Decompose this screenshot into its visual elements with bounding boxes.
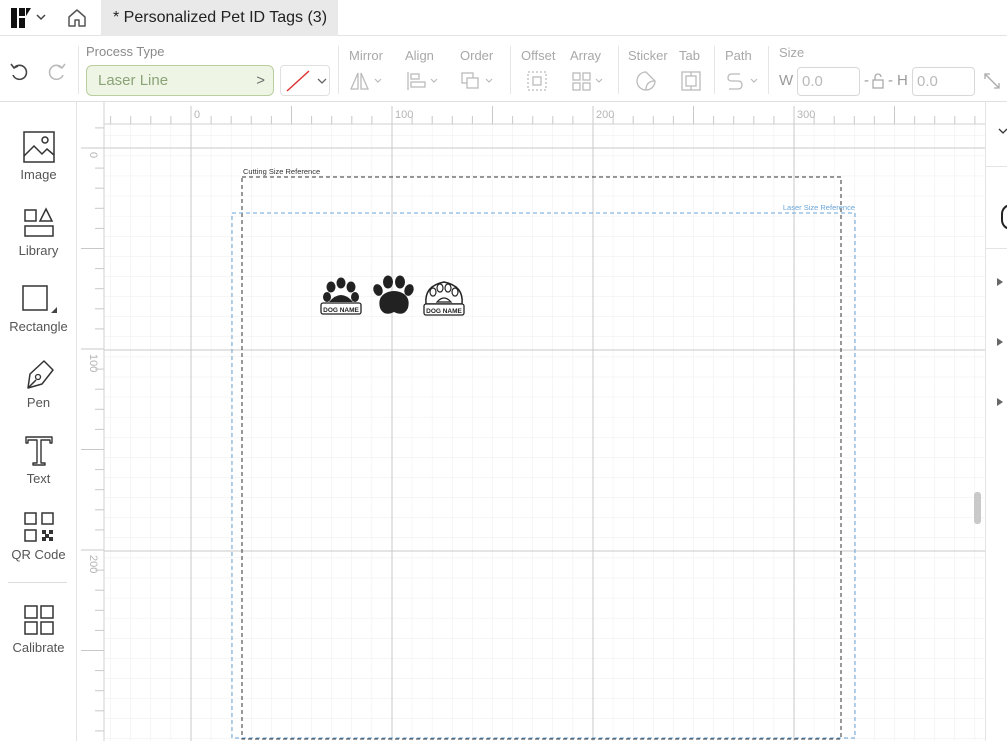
image-icon <box>22 131 55 163</box>
library-tool[interactable]: Library <box>0 206 77 258</box>
design-canvas[interactable]: 0 100 200 300 0 100 200 Cutting Size Ref… <box>77 102 985 741</box>
pen-icon <box>26 360 54 389</box>
expand-arrow-icon[interactable] <box>997 398 1003 406</box>
toolbar: Process Type Laser Line > Mirror Align O… <box>0 36 1007 102</box>
tool-label: Calibrate <box>12 640 65 655</box>
chevron-down-icon <box>317 78 327 84</box>
library-icon <box>23 207 54 237</box>
tab-label: Tab <box>679 48 700 63</box>
ruler-x-label: 100 <box>395 109 413 121</box>
layer-thumbnail[interactable] <box>1001 204 1007 230</box>
height-label: H <box>897 72 908 89</box>
cutting-size-reference-label: Cutting Size Reference <box>243 167 320 176</box>
laser-size-reference-label: Laser Size Reference <box>783 203 855 212</box>
toolbar-divider <box>510 46 511 94</box>
text-icon <box>24 436 53 466</box>
tool-label: Pen <box>26 395 51 410</box>
process-type-value: Laser Line <box>98 72 169 89</box>
pen-tool[interactable]: Pen <box>0 358 77 410</box>
expand-arrow-icon[interactable] <box>997 278 1003 286</box>
tag-text: DOG NAME <box>426 308 462 315</box>
tool-label: Image <box>20 167 57 182</box>
mirror-label: Mirror <box>349 48 383 63</box>
tool-divider <box>8 582 67 583</box>
ruler-y-label: 0 <box>87 152 99 158</box>
order-label: Order <box>460 48 494 63</box>
toolbar-divider <box>768 46 769 94</box>
align-label: Align <box>405 48 434 63</box>
panel-divider <box>986 166 1007 167</box>
calibrate-tool[interactable]: Calibrate <box>0 603 77 655</box>
lock-icon[interactable] <box>871 73 885 89</box>
qr-code-tool[interactable]: QR Code <box>0 510 77 562</box>
width-label: W <box>779 72 794 89</box>
qr-code-icon <box>23 512 54 542</box>
path-icon[interactable] <box>726 70 762 92</box>
size-label: Size <box>779 45 805 60</box>
redo-icon[interactable] <box>46 60 68 82</box>
toolbar-divider <box>714 46 715 94</box>
ruler-y-label: 200 <box>87 555 99 573</box>
offset-label: Offset <box>521 48 556 63</box>
chevron-down-icon[interactable] <box>35 11 47 23</box>
app-logo-icon[interactable] <box>11 8 31 28</box>
ruler-horizontal <box>104 102 985 124</box>
align-icon[interactable] <box>405 70 441 92</box>
no-color-icon <box>286 70 310 92</box>
document-tab[interactable]: * Personalized Pet ID Tags (3) <box>101 0 338 36</box>
array-icon[interactable] <box>571 70 607 92</box>
size-dash: - <box>888 72 893 89</box>
text-tool[interactable]: Text <box>0 434 77 486</box>
ruler-x-label: 0 <box>194 109 200 121</box>
ruler-y-label: 100 <box>87 354 99 372</box>
image-tool[interactable]: Image <box>0 130 77 182</box>
ruler-x-label: 300 <box>797 109 815 121</box>
sticker-label: Sticker <box>628 48 668 63</box>
ruler-x-label: 200 <box>596 109 614 121</box>
chevron-right-icon: > <box>256 72 265 89</box>
collapse-icon[interactable] <box>997 126 1007 138</box>
grid-minor <box>104 124 985 741</box>
size-dash: - <box>864 72 869 89</box>
path-label: Path <box>725 48 752 63</box>
expand-icon[interactable] <box>983 72 1001 90</box>
mirror-icon[interactable] <box>349 70 385 92</box>
canvas-scrollbar[interactable] <box>974 492 981 524</box>
ruler-vertical <box>77 102 104 741</box>
process-type-label: Process Type <box>86 44 165 59</box>
undo-icon[interactable] <box>8 60 30 82</box>
left-tool-panel: Image Library Rectangle Pen Text QR Code… <box>0 102 77 741</box>
tool-label: QR Code <box>11 547 66 562</box>
toolbar-divider <box>78 46 79 94</box>
rectangle-tool[interactable]: Rectangle <box>0 282 77 334</box>
offset-icon[interactable] <box>526 70 548 92</box>
panel-divider <box>986 248 1007 249</box>
toolbar-divider <box>618 46 619 94</box>
array-label: Array <box>570 48 602 63</box>
width-field[interactable]: 0.0 <box>797 67 860 96</box>
tab-icon[interactable] <box>680 70 702 92</box>
order-icon[interactable] <box>460 70 496 92</box>
expand-arrow-icon[interactable] <box>997 338 1003 346</box>
home-icon[interactable] <box>66 7 88 29</box>
sticker-icon[interactable] <box>635 70 657 92</box>
tool-label: Rectangle <box>9 319 68 334</box>
tag-text: DOG NAME <box>323 307 359 314</box>
right-panel <box>985 102 1007 741</box>
calibrate-icon <box>23 605 54 635</box>
title-bar: * Personalized Pet ID Tags (3) <box>0 0 1007 36</box>
process-type-select[interactable]: Laser Line > <box>86 65 274 96</box>
tool-label: Text <box>26 471 51 486</box>
toolbar-divider <box>338 46 339 94</box>
line-color-button[interactable] <box>280 65 330 96</box>
rectangle-icon <box>21 285 57 313</box>
canvas-svg: 0 100 200 300 0 100 200 Cutting Size Ref… <box>77 102 985 741</box>
tool-label: Library <box>18 243 59 258</box>
height-field[interactable]: 0.0 <box>912 67 975 96</box>
